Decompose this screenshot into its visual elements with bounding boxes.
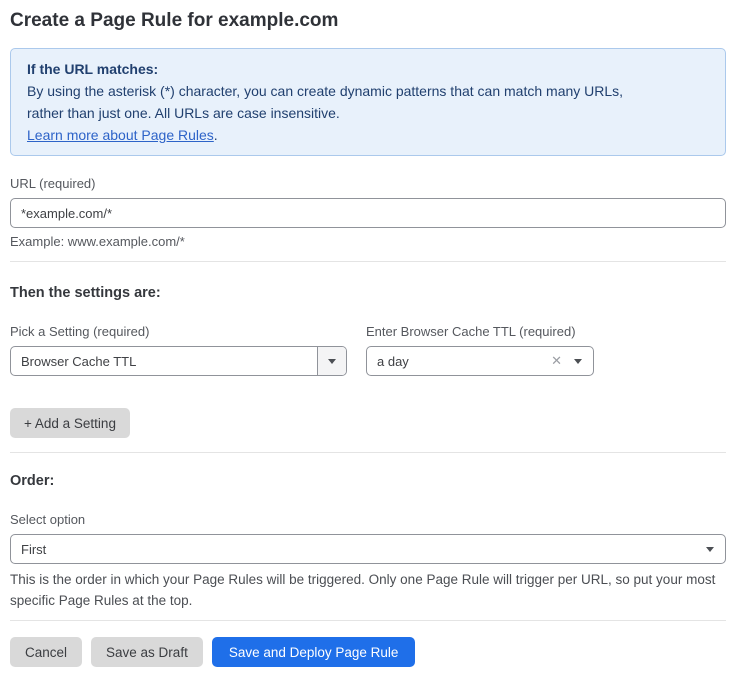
order-select[interactable]: First bbox=[10, 534, 726, 564]
info-box-link-line: Learn more about Page Rules. bbox=[27, 124, 709, 146]
pick-setting-label: Pick a Setting (required) bbox=[10, 324, 347, 339]
ttl-column: Enter Browser Cache TTL (required) a day… bbox=[366, 324, 594, 376]
info-box-body-line: By using the asterisk (*) character, you… bbox=[27, 80, 709, 102]
info-box-heading: If the URL matches: bbox=[27, 58, 709, 80]
order-select-label: Select option bbox=[10, 512, 726, 527]
caret-shape bbox=[328, 359, 336, 364]
add-setting-button[interactable]: + Add a Setting bbox=[10, 408, 130, 438]
link-period: . bbox=[214, 127, 218, 143]
clear-icon[interactable]: ✕ bbox=[551, 353, 574, 369]
info-box-body-line: rather than just one. All URLs are case … bbox=[27, 102, 709, 124]
settings-section-heading: Then the settings are: bbox=[10, 285, 726, 302]
chevron-down-icon bbox=[317, 347, 346, 375]
save-draft-button[interactable]: Save as Draft bbox=[91, 637, 203, 667]
chevron-down-icon bbox=[574, 359, 593, 364]
footer-buttons: Cancel Save as Draft Save and Deploy Pag… bbox=[10, 637, 726, 667]
pick-setting-value: Browser Cache TTL bbox=[11, 354, 317, 369]
order-help-text: This is the order in which your Page Rul… bbox=[10, 569, 726, 611]
order-value: First bbox=[11, 542, 706, 557]
url-match-info-box: If the URL matches: By using the asteris… bbox=[10, 48, 726, 156]
save-deploy-button[interactable]: Save and Deploy Page Rule bbox=[212, 637, 416, 667]
caret-shape bbox=[574, 359, 582, 364]
caret-shape bbox=[706, 547, 714, 552]
ttl-value: a day bbox=[367, 354, 551, 369]
ttl-select[interactable]: a day ✕ bbox=[366, 346, 594, 376]
url-input[interactable] bbox=[10, 198, 726, 228]
ttl-label: Enter Browser Cache TTL (required) bbox=[366, 324, 594, 339]
order-section-heading: Order: bbox=[10, 473, 726, 490]
divider bbox=[10, 620, 726, 621]
chevron-down-icon bbox=[706, 547, 725, 552]
page-title: Create a Page Rule for example.com bbox=[10, 9, 726, 33]
url-example-text: Example: www.example.com/* bbox=[10, 234, 726, 249]
settings-row: Pick a Setting (required) Browser Cache … bbox=[10, 324, 726, 376]
divider bbox=[10, 261, 726, 262]
cancel-button[interactable]: Cancel bbox=[10, 637, 82, 667]
url-field-label: URL (required) bbox=[10, 176, 726, 191]
page-container: Create a Page Rule for example.com If th… bbox=[10, 9, 726, 667]
learn-more-link[interactable]: Learn more about Page Rules bbox=[27, 127, 214, 143]
divider bbox=[10, 452, 726, 453]
pick-setting-select[interactable]: Browser Cache TTL bbox=[10, 346, 347, 376]
pick-setting-column: Pick a Setting (required) Browser Cache … bbox=[10, 324, 347, 376]
